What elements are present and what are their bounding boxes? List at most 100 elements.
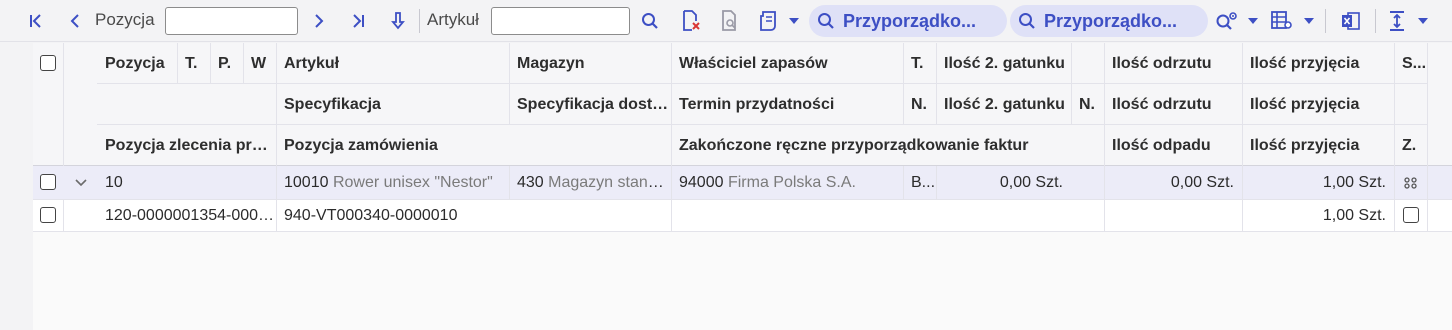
chevron-down-icon[interactable] <box>1299 0 1319 42</box>
chevron-down-icon[interactable] <box>1413 0 1433 42</box>
divider <box>1427 166 1428 199</box>
row-checkbox[interactable] <box>40 207 56 223</box>
artykul-code: 10010 <box>284 174 329 191</box>
divider <box>671 166 672 199</box>
manual-assignment-checkbox[interactable] <box>1403 207 1419 223</box>
grid-layout-icon[interactable] <box>1267 0 1297 42</box>
cell-ilosc-przyjecia[interactable]: 1,00 Szt. <box>1242 199 1394 232</box>
divider <box>63 199 64 232</box>
header-termin-przydatnosci[interactable]: Termin przydatności <box>671 84 903 125</box>
table-row[interactable]: 10 10010 Rower unisex "Nestor" 430 Magaz… <box>33 166 1452 199</box>
divider <box>210 43 211 84</box>
last-record-icon[interactable] <box>344 0 372 42</box>
divider <box>1427 43 1428 166</box>
header-ilosc-2-gatunku[interactable]: Ilość 2. gatunku <box>936 43 1071 84</box>
chevron-down-icon[interactable] <box>784 0 804 42</box>
toolbar-separator <box>1375 9 1376 33</box>
divider <box>509 43 510 125</box>
toolbar-separator <box>1325 9 1326 33</box>
search-settings-icon[interactable] <box>1212 0 1242 42</box>
divider <box>1104 43 1105 166</box>
header-pozycja-zamowienia[interactable]: Pozycja zamówienia <box>276 125 671 166</box>
position-input[interactable] <box>165 7 298 35</box>
header-ilosc-przyjecia-3[interactable]: Ilość przyjęcia <box>1242 125 1394 166</box>
header-z[interactable]: Z. <box>1394 125 1427 166</box>
cell-pozycja[interactable]: 10 <box>97 166 177 199</box>
report-icon[interactable] <box>754 0 782 42</box>
dots-grid-icon[interactable] <box>1394 166 1427 199</box>
header-n2[interactable]: N. <box>1071 84 1104 125</box>
assignment-search-label-1: Przyporządko... <box>843 10 977 31</box>
divider <box>936 43 937 125</box>
header-wlasciciel-zapasow[interactable]: Właściciel zapasów <box>671 43 903 84</box>
header-zakonczone-przyporzadkowanie[interactable]: Zakończone ręczne przyporządkowanie fakt… <box>671 125 1104 166</box>
grid-header: Pozycja T. P. W Artykuł Magazyn Właścici… <box>33 43 1452 166</box>
divider <box>177 43 178 84</box>
header-ilosc-odrzutu[interactable]: Ilość odrzutu <box>1104 43 1242 84</box>
divider <box>243 43 244 84</box>
header-s[interactable]: S... <box>1394 43 1427 84</box>
divider <box>97 124 1427 125</box>
header-t[interactable]: T. <box>177 43 210 84</box>
header-magazyn[interactable]: Magazyn <box>509 43 671 84</box>
next-record-icon[interactable] <box>306 0 332 42</box>
chevron-down-icon[interactable] <box>1243 0 1263 42</box>
select-all-checkbox[interactable] <box>40 55 56 71</box>
data-grid: Pozycja T. P. W Artykuł Magazyn Właścici… <box>33 43 1452 330</box>
divider <box>1427 199 1428 232</box>
first-record-icon[interactable] <box>22 0 50 42</box>
cell-artykul[interactable]: 10010 Rower unisex "Nestor" <box>276 166 509 199</box>
header-ilosc-przyjecia[interactable]: Ilość przyjęcia <box>1242 43 1394 84</box>
cell-ilosc-odrzutu[interactable]: 0,00 Szt. <box>1104 166 1242 199</box>
header-specyfikacja[interactable]: Specyfikacja <box>276 84 509 125</box>
cell-pozycja-zlecenia[interactable]: 120-0000001354-0000010 <box>97 199 276 232</box>
row-height-icon[interactable] <box>1383 0 1411 42</box>
assignment-search-label-2: Przyporządko... <box>1044 10 1178 31</box>
cell-pozycja-zamowienia[interactable]: 940-VT000340-0000010 <box>276 199 671 232</box>
row-checkbox[interactable] <box>40 174 56 190</box>
header-ilosc-przyjecia-2[interactable]: Ilość przyjęcia <box>1242 84 1394 125</box>
cell-wlasciciel[interactable]: 94000 Firma Polska S.A. <box>671 166 903 199</box>
toolbar: Pozycja Artykuł Przyporządko... Przyporz… <box>0 0 1452 42</box>
header-w[interactable]: W <box>243 43 276 84</box>
wlasciciel-name: Firma Polska S.A. <box>727 174 856 191</box>
magazyn-name: Magazyn standardowy <box>548 174 671 191</box>
divider <box>1394 166 1395 199</box>
article-input[interactable] <box>491 7 630 35</box>
divider <box>276 43 277 166</box>
arrow-down-icon[interactable] <box>385 0 411 42</box>
header-pozycja[interactable]: Pozycja <box>97 43 177 84</box>
header-artykul[interactable]: Artykuł <box>276 43 509 84</box>
cell-ilosc-2-gatunku[interactable]: 0,00 Szt. <box>936 166 1071 199</box>
header-specyfikacja-dostawy[interactable]: Specyfikacja dostawy <box>509 84 671 125</box>
excel-export-icon[interactable] <box>1336 0 1366 42</box>
table-row[interactable]: 120-0000001354-0000010 940-VT000340-0000… <box>33 199 1452 232</box>
artykul-name: Rower unisex "Nestor" <box>332 174 493 191</box>
divider <box>671 199 672 232</box>
header-ilosc-odpadu[interactable]: Ilość odpadu <box>1104 125 1242 166</box>
cell-magazyn[interactable]: 430 Magazyn standardowy <box>509 166 671 199</box>
cell-t[interactable]: B... <box>903 166 936 199</box>
header-ilosc-odrzutu-2[interactable]: Ilość odrzutu <box>1104 84 1242 125</box>
header-n[interactable]: N. <box>903 84 936 125</box>
header-p[interactable]: P. <box>210 43 243 84</box>
cell-ilosc-przyjecia[interactable]: 1,00 Szt. <box>1242 166 1394 199</box>
chevron-down-icon[interactable] <box>71 166 91 199</box>
header-t2[interactable]: T. <box>903 43 936 84</box>
divider <box>1242 166 1243 199</box>
header-pozycja-zlecenia[interactable]: Pozycja zlecenia produkcyjnego <box>97 125 276 166</box>
divider <box>1242 199 1243 232</box>
previous-record-icon[interactable] <box>62 0 88 42</box>
divider <box>903 166 904 199</box>
divider <box>1394 199 1395 232</box>
assignment-search-button-1[interactable]: Przyporządko... <box>809 5 1007 37</box>
divider <box>1394 43 1395 166</box>
assignment-search-button-2[interactable]: Przyporządko... <box>1010 5 1208 37</box>
divider <box>1071 43 1072 125</box>
clear-document-icon[interactable] <box>677 0 705 42</box>
search-icon[interactable] <box>637 0 663 42</box>
header-ilosc-2-gatunku-2[interactable]: Ilość 2. gatunku <box>936 84 1071 125</box>
search-icon <box>1019 13 1035 29</box>
search-icon <box>818 13 834 29</box>
position-label: Pozycja <box>95 10 155 29</box>
